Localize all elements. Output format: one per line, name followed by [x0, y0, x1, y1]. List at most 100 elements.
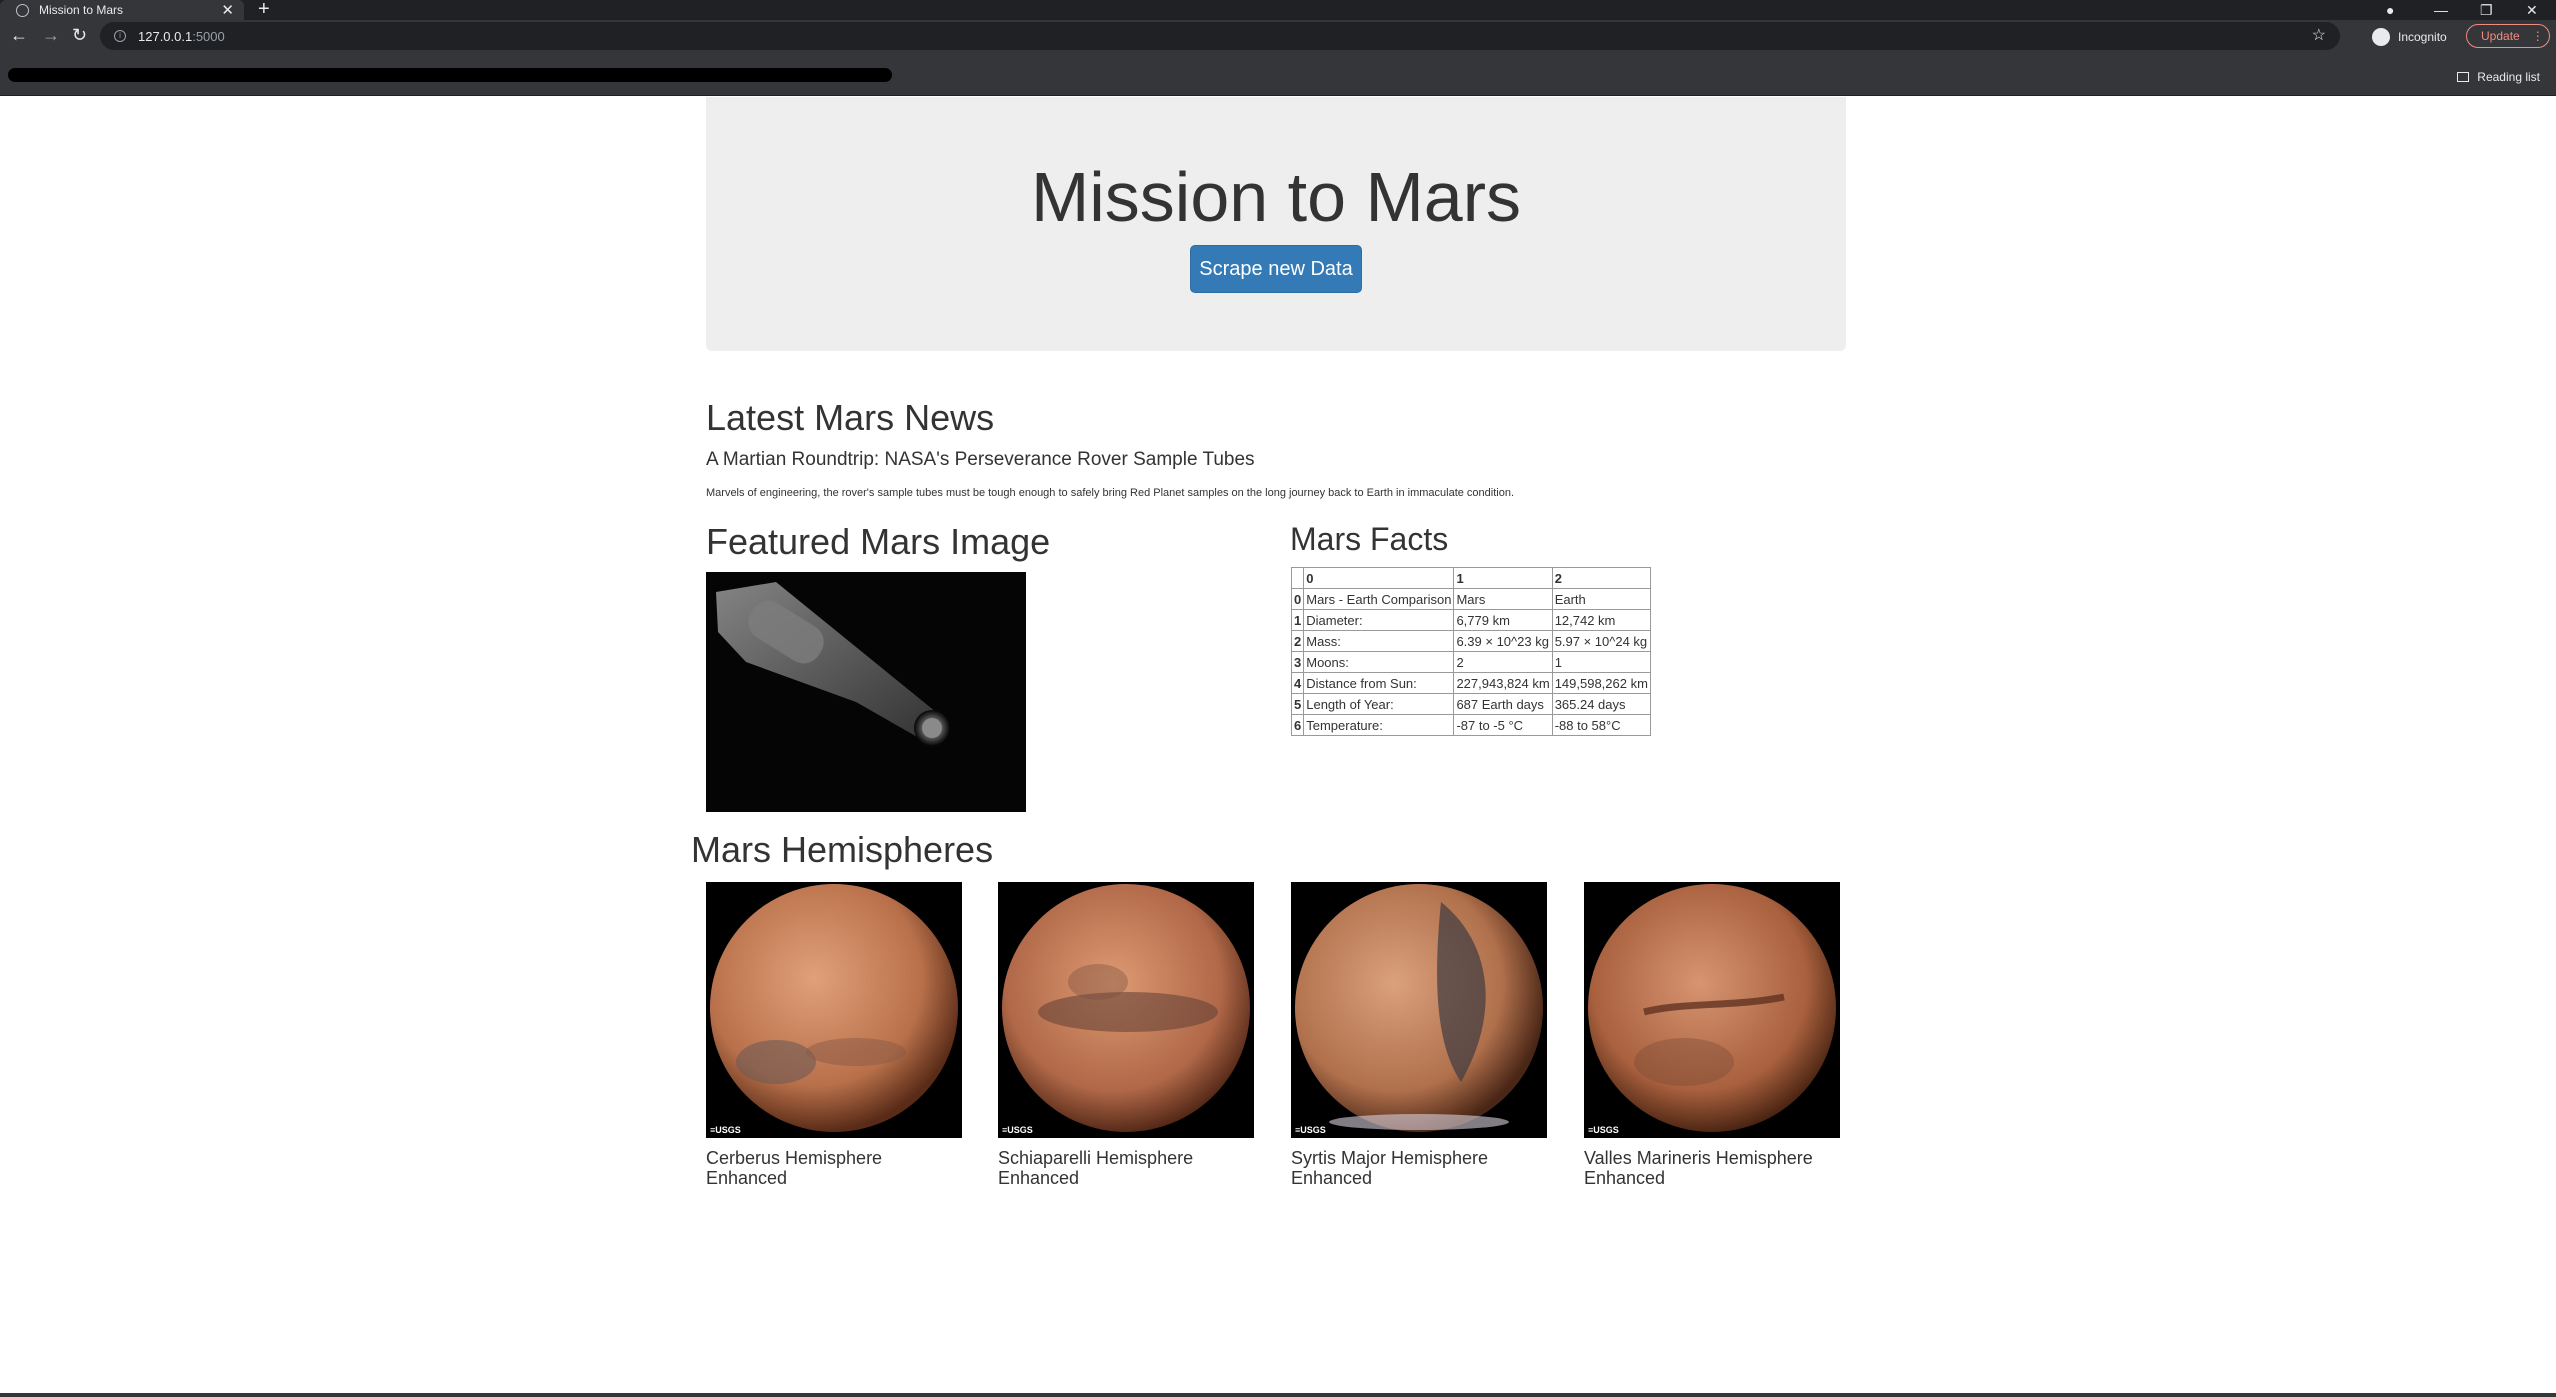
facts-header-row: 0 1 2 [1290, 567, 1651, 589]
scrape-button[interactable]: Scrape new Data [1190, 245, 1362, 293]
tab-title: Mission to Mars [39, 3, 124, 17]
mars-value: 6.39 × 10^23 kg [1453, 630, 1553, 652]
row-index: 5 [1290, 693, 1305, 715]
mars-value: 6,779 km [1453, 609, 1553, 631]
reload-icon[interactable]: ↻ [72, 25, 87, 46]
hemisphere-image: ≡USGS [1584, 882, 1840, 1138]
hemisphere-card: ≡USGS Schiaparelli Hemisphere Enhanced [998, 882, 1254, 1188]
usgs-logo: ≡USGS [710, 1125, 741, 1135]
earth-value: 365.24 days [1551, 693, 1651, 715]
mars-value: -87 to -5 °C [1453, 714, 1553, 736]
table-row: 5 Length of Year: 687 Earth days 365.24 … [1290, 693, 1651, 715]
restore-button[interactable]: ❐ [2480, 0, 2493, 20]
mars-value: 227,943,824 km [1453, 672, 1553, 694]
fact-label: Diameter: [1303, 609, 1455, 631]
address-bar[interactable]: i 127.0.0.1:5000 ☆ [100, 22, 2340, 50]
facts-col-header: 2 [1551, 567, 1651, 589]
fact-label: Mass: [1303, 630, 1455, 652]
hemisphere-image: ≡USGS [706, 882, 962, 1138]
facts-col-header: 0 [1303, 567, 1455, 589]
hemisphere-card: ≡USGS Syrtis Major Hemisphere Enhanced [1291, 882, 1547, 1188]
browser-toolbar: ← → ↻ i 127.0.0.1:5000 ☆ Incognito Updat… [0, 20, 2556, 52]
minimize-button[interactable]: — [2434, 0, 2448, 20]
reading-list-icon [2457, 72, 2470, 82]
usgs-logo: ≡USGS [1002, 1125, 1033, 1135]
facts-table: 0 1 2 0 Mars - Earth Comparison Mars Ear… [1290, 567, 1651, 736]
update-label: Update [2481, 29, 2520, 43]
hemisphere-title: Schiaparelli Hemisphere Enhanced [998, 1148, 1194, 1188]
fact-label: Temperature: [1303, 714, 1455, 736]
table-row: 4 Distance from Sun: 227,943,824 km 149,… [1290, 672, 1651, 694]
url-port: :5000 [192, 28, 225, 44]
hemisphere-title: Valles Marineris Hemisphere Enhanced [1584, 1148, 1813, 1188]
hemispheres-heading: Mars Hemispheres [691, 829, 994, 870]
hemisphere-image: ≡USGS [998, 882, 1254, 1138]
info-icon[interactable]: i [114, 30, 126, 42]
tab-close-icon[interactable]: ✕ [221, 1, 234, 19]
bookmark-star-icon[interactable]: ☆ [2312, 25, 2326, 45]
fact-label: Length of Year: [1303, 693, 1455, 715]
incognito-icon [2372, 28, 2390, 46]
row-index: 1 [1290, 609, 1305, 631]
mars-globe-syrtis-major [1295, 884, 1543, 1132]
jumbotron: Mission to Mars Scrape new Data [706, 97, 1846, 351]
kebab-menu-icon: ⋮ [2531, 29, 2544, 43]
table-row: 3 Moons: 2 1 [1290, 651, 1651, 673]
redacted-bookmarks [8, 68, 892, 82]
mars-globe-cerberus [710, 884, 958, 1132]
table-row: 0 Mars - Earth Comparison Mars Earth [1290, 588, 1651, 610]
hemisphere-title: Syrtis Major Hemisphere Enhanced [1291, 1148, 1489, 1188]
facts-heading: Mars Facts [1290, 521, 1449, 557]
row-index: 4 [1290, 672, 1305, 694]
fact-label: Mars - Earth Comparison [1303, 588, 1455, 610]
hemisphere-title: Cerberus Hemisphere Enhanced [706, 1148, 883, 1188]
earth-value: -88 to 58°C [1551, 714, 1651, 736]
featured-image [706, 572, 1026, 812]
mars-value: Mars [1453, 588, 1553, 610]
fact-label: Distance from Sun: [1303, 672, 1455, 694]
facts-col-header: 1 [1453, 567, 1553, 589]
row-index: 6 [1290, 714, 1305, 736]
featured-image-heading: Featured Mars Image [706, 521, 1051, 562]
sample-tube-image [716, 582, 950, 746]
incognito-label: Incognito [2398, 30, 2447, 44]
earth-value: 149,598,262 km [1551, 672, 1651, 694]
new-tab-button[interactable]: + [258, 0, 270, 21]
reading-list-button[interactable]: Reading list [2457, 70, 2540, 84]
earth-value: 5.97 × 10^24 kg [1551, 630, 1651, 652]
table-row: 2 Mass: 6.39 × 10^23 kg 5.97 × 10^24 kg [1290, 630, 1651, 652]
table-row: 1 Diameter: 6,779 km 12,742 km [1290, 609, 1651, 631]
globe-icon [16, 3, 29, 17]
usgs-logo: ≡USGS [1295, 1125, 1326, 1135]
close-window-button[interactable]: ✕ [2526, 0, 2538, 20]
mars-value: 2 [1453, 651, 1553, 673]
earth-value: 12,742 km [1551, 609, 1651, 631]
news-title: A Martian Roundtrip: NASA's Perseverance… [706, 449, 1255, 470]
mars-value: 687 Earth days [1453, 693, 1553, 715]
forward-arrow-icon[interactable]: → [42, 25, 60, 46]
table-row: 6 Temperature: -87 to -5 °C -88 to 58°C [1290, 714, 1651, 736]
usgs-logo: ≡USGS [1588, 1125, 1619, 1135]
news-heading: Latest Mars News [706, 397, 995, 438]
page-content: Mission to Mars Scrape new Data Latest M… [0, 97, 2556, 1397]
profile-icon[interactable]: ● [2386, 0, 2394, 20]
earth-value: Earth [1551, 588, 1651, 610]
fact-label: Moons: [1303, 651, 1455, 673]
row-index: 3 [1290, 651, 1305, 673]
hemisphere-card: ≡USGS Cerberus Hemisphere Enhanced [706, 882, 962, 1188]
browser-tab[interactable]: Mission to Mars ✕ [0, 0, 244, 20]
incognito-indicator[interactable]: Incognito [2372, 28, 2447, 46]
row-index: 2 [1290, 630, 1305, 652]
news-paragraph: Marvels of engineering, the rover's samp… [706, 487, 1515, 499]
earth-value: 1 [1551, 651, 1651, 673]
mars-globe-schiaparelli [1002, 884, 1250, 1132]
back-arrow-icon[interactable]: ← [10, 25, 28, 46]
hemisphere-card: ≡USGS Valles Marineris Hemisphere Enhanc… [1584, 882, 1840, 1188]
bookmarks-bar: Reading list [0, 52, 2556, 96]
hemisphere-image: ≡USGS [1291, 882, 1547, 1138]
browser-tabstrip: Mission to Mars ✕ + ● — ❐ ✕ [0, 0, 2556, 20]
bottom-edge [0, 1393, 2556, 1397]
mars-globe-valles-marineris [1588, 884, 1836, 1132]
page-title: Mission to Mars [1030, 158, 1522, 236]
update-button[interactable]: Update ⋮ [2466, 24, 2550, 48]
